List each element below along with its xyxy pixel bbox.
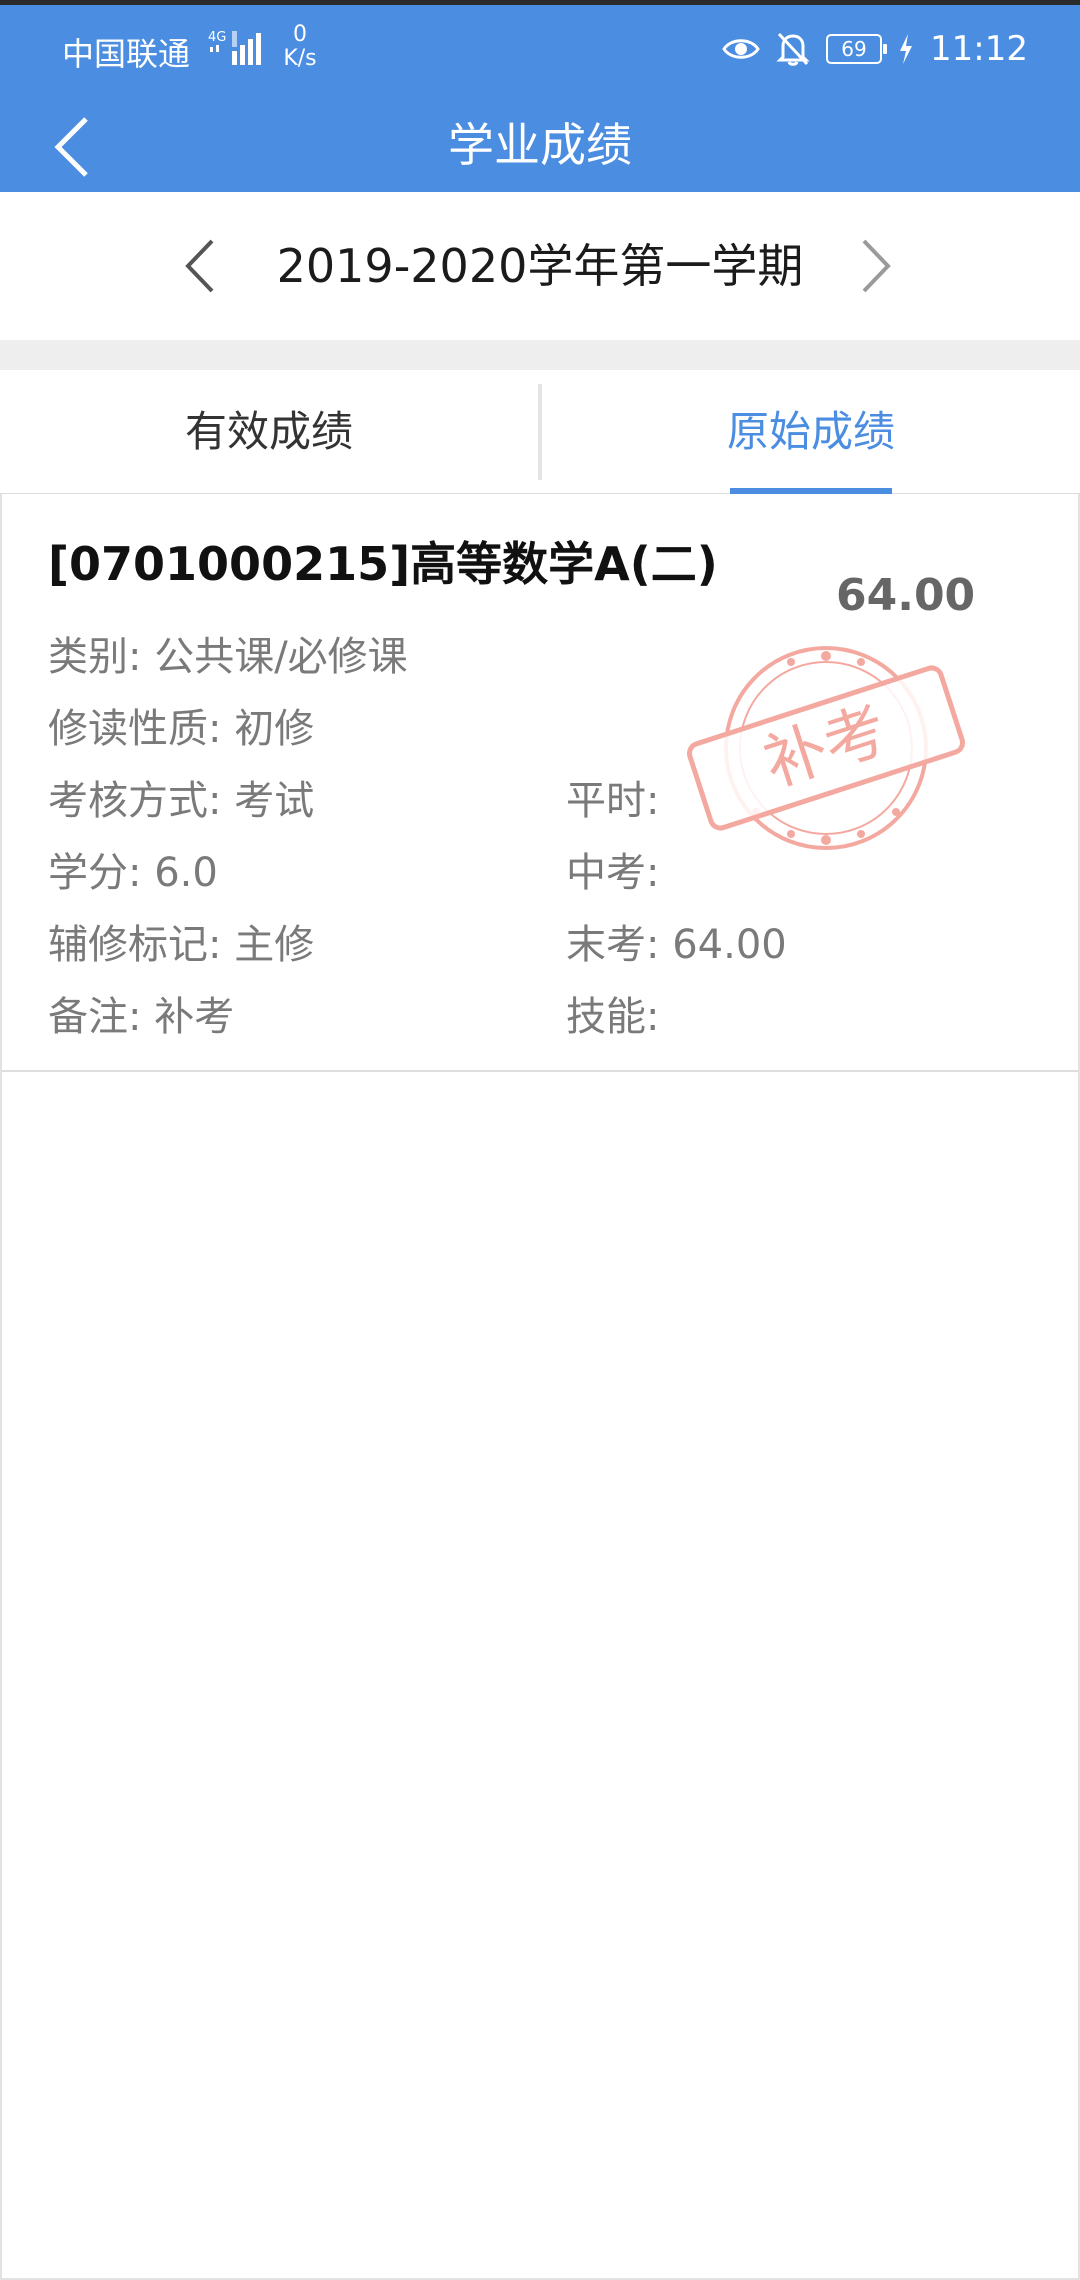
- course-title: [0701000215]高等数学A(二): [48, 537, 718, 591]
- app-bar: 中国联通 4G 0 K/s 69 11:12 学业成绩: [0, 0, 1080, 192]
- title-bar: 学业成绩: [0, 93, 1080, 197]
- tab-bar: 有效成绩 原始成绩: [0, 370, 1080, 494]
- field-regular-score: 平时:: [566, 778, 660, 824]
- field-remark: 备注: 补考: [48, 994, 235, 1040]
- course-score: 64.00: [836, 570, 976, 621]
- field-minor-flag: 辅修标记: 主修: [48, 922, 315, 968]
- page-title: 学业成绩: [448, 118, 632, 172]
- status-bar: 中国联通 4G 0 K/s 69 11:12: [0, 5, 1080, 93]
- network-speed: 0 K/s: [278, 23, 322, 71]
- field-study-type: 修读性质: 初修: [48, 706, 315, 752]
- stamp-makeup-exam: 补考: [686, 646, 966, 850]
- field-category: 类别: 公共课/必修课: [48, 634, 408, 680]
- prev-term-button[interactable]: [160, 226, 240, 306]
- course-card[interactable]: [0701000215]高等数学A(二) 64.00 补考 类别: 公共课/必修…: [2, 494, 1078, 1072]
- next-term-button[interactable]: [836, 226, 916, 306]
- tab-effective-grades[interactable]: 有效成绩: [0, 370, 538, 494]
- charging-icon: [900, 34, 913, 64]
- back-button[interactable]: [36, 111, 108, 183]
- network-type: 4G: [208, 30, 226, 45]
- signal-icon: 4G: [208, 30, 261, 65]
- section-divider: [0, 340, 1080, 370]
- carrier-name: 中国联通: [62, 35, 191, 73]
- field-midterm-score: 中考:: [566, 850, 660, 896]
- battery-level: 69: [841, 37, 867, 61]
- bell-off-icon: [776, 32, 810, 66]
- speed-unit: K/s: [283, 46, 317, 71]
- stamp-text: 补考: [755, 693, 896, 801]
- term-selector: 2019-2020学年第一学期: [0, 192, 1080, 340]
- chevron-right-icon: [862, 239, 891, 293]
- tab-original-grades[interactable]: 原始成绩: [542, 370, 1080, 494]
- clock: 11:12: [930, 29, 1028, 69]
- grade-list: [0701000215]高等数学A(二) 64.00 补考 类别: 公共课/必修…: [0, 494, 1080, 2280]
- field-credits: 学分: 6.0: [48, 850, 218, 896]
- grades-screen: 中国联通 4G 0 K/s 69 11:12 学业成绩 2019-2020学年第…: [0, 0, 1080, 2280]
- field-assessment: 考核方式: 考试: [48, 778, 315, 824]
- speed-value: 0: [293, 22, 307, 47]
- battery-icon: 69: [826, 34, 888, 64]
- status-right: 69 11:12: [722, 25, 1028, 73]
- field-skill-score: 技能:: [566, 994, 660, 1040]
- back-arrow-icon: [54, 117, 88, 177]
- field-final-score: 末考: 64.00: [566, 922, 787, 968]
- chevron-left-icon: [185, 239, 214, 293]
- eye-icon: [722, 39, 760, 59]
